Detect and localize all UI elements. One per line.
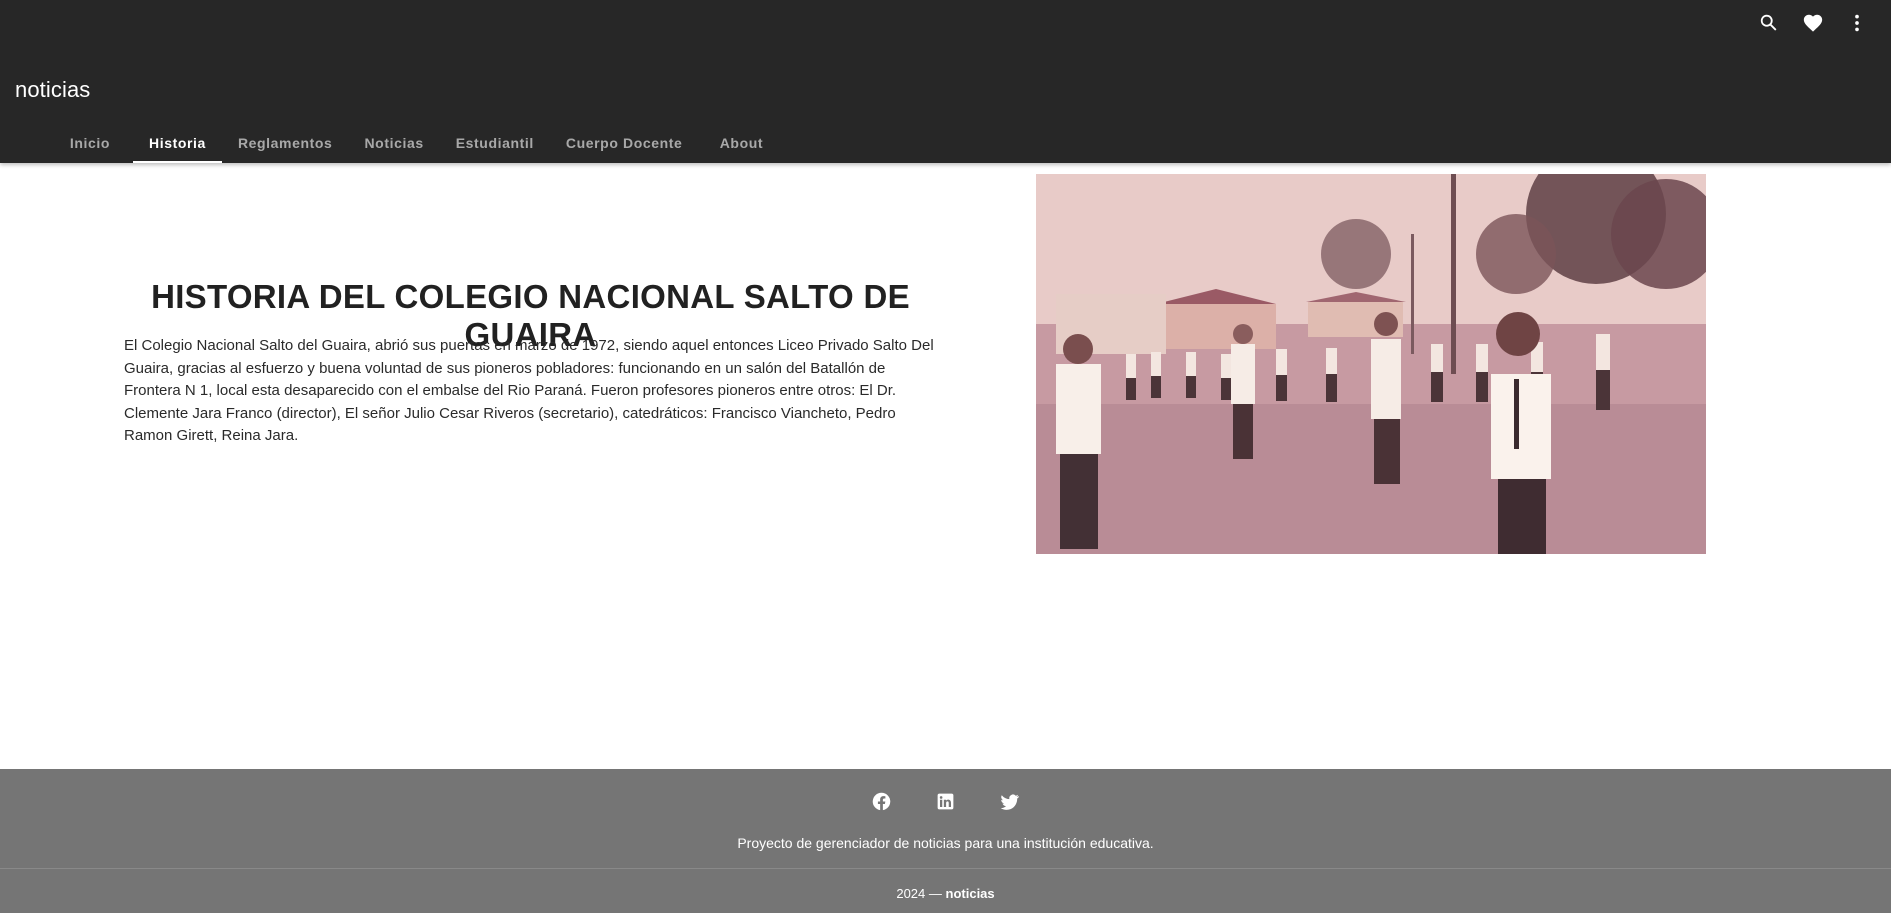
heart-icon	[1803, 14, 1823, 32]
twitter-button[interactable]	[990, 783, 1030, 819]
tab-inicio[interactable]: Inicio	[47, 123, 133, 163]
more-menu-button[interactable]	[1835, 0, 1879, 46]
tab-reglamentos[interactable]: Reglamentos	[222, 123, 349, 163]
copyright-year: 2024 —	[896, 886, 942, 901]
facebook-icon	[872, 792, 891, 810]
footer-description: Proyecto de gerenciador de noticias para…	[737, 835, 1154, 851]
tab-about[interactable]: About	[698, 123, 784, 163]
nav-tabs: Inicio Historia Reglamentos Noticias Est…	[47, 123, 784, 163]
main-content: HISTORIA DEL COLEGIO NACIONAL SALTO DE G…	[0, 163, 1891, 769]
linkedin-button[interactable]	[926, 783, 966, 819]
social-links	[0, 783, 1891, 819]
search-button[interactable]	[1747, 0, 1791, 46]
app-bar: noticias Inicio Historia Reglamentos Not…	[0, 0, 1891, 163]
historical-photo	[1036, 174, 1706, 554]
dots-vertical-icon	[1855, 14, 1859, 32]
app-title: noticias	[15, 77, 91, 102]
tab-noticias[interactable]: Noticias	[348, 123, 439, 163]
linkedin-icon	[937, 793, 954, 809]
search-icon	[1760, 14, 1777, 31]
students-parade-image	[1036, 174, 1706, 554]
tab-historia[interactable]: Historia	[133, 123, 222, 163]
footer-divider	[0, 868, 1891, 869]
twitter-icon	[1000, 794, 1020, 810]
facebook-button[interactable]	[862, 783, 902, 819]
footer-brand: noticias	[945, 886, 995, 901]
tab-cuerpo-docente[interactable]: Cuerpo Docente	[550, 123, 699, 163]
history-paragraph: El Colegio Nacional Salto del Guaira, ab…	[124, 337, 934, 444]
footer-copyright: 2024 — noticias	[0, 886, 1891, 901]
toolbar-actions	[1747, 0, 1891, 46]
favorite-button[interactable]	[1791, 0, 1835, 46]
footer: Proyecto de gerenciador de noticias para…	[0, 769, 1891, 913]
tab-estudiantil[interactable]: Estudiantil	[440, 123, 550, 163]
